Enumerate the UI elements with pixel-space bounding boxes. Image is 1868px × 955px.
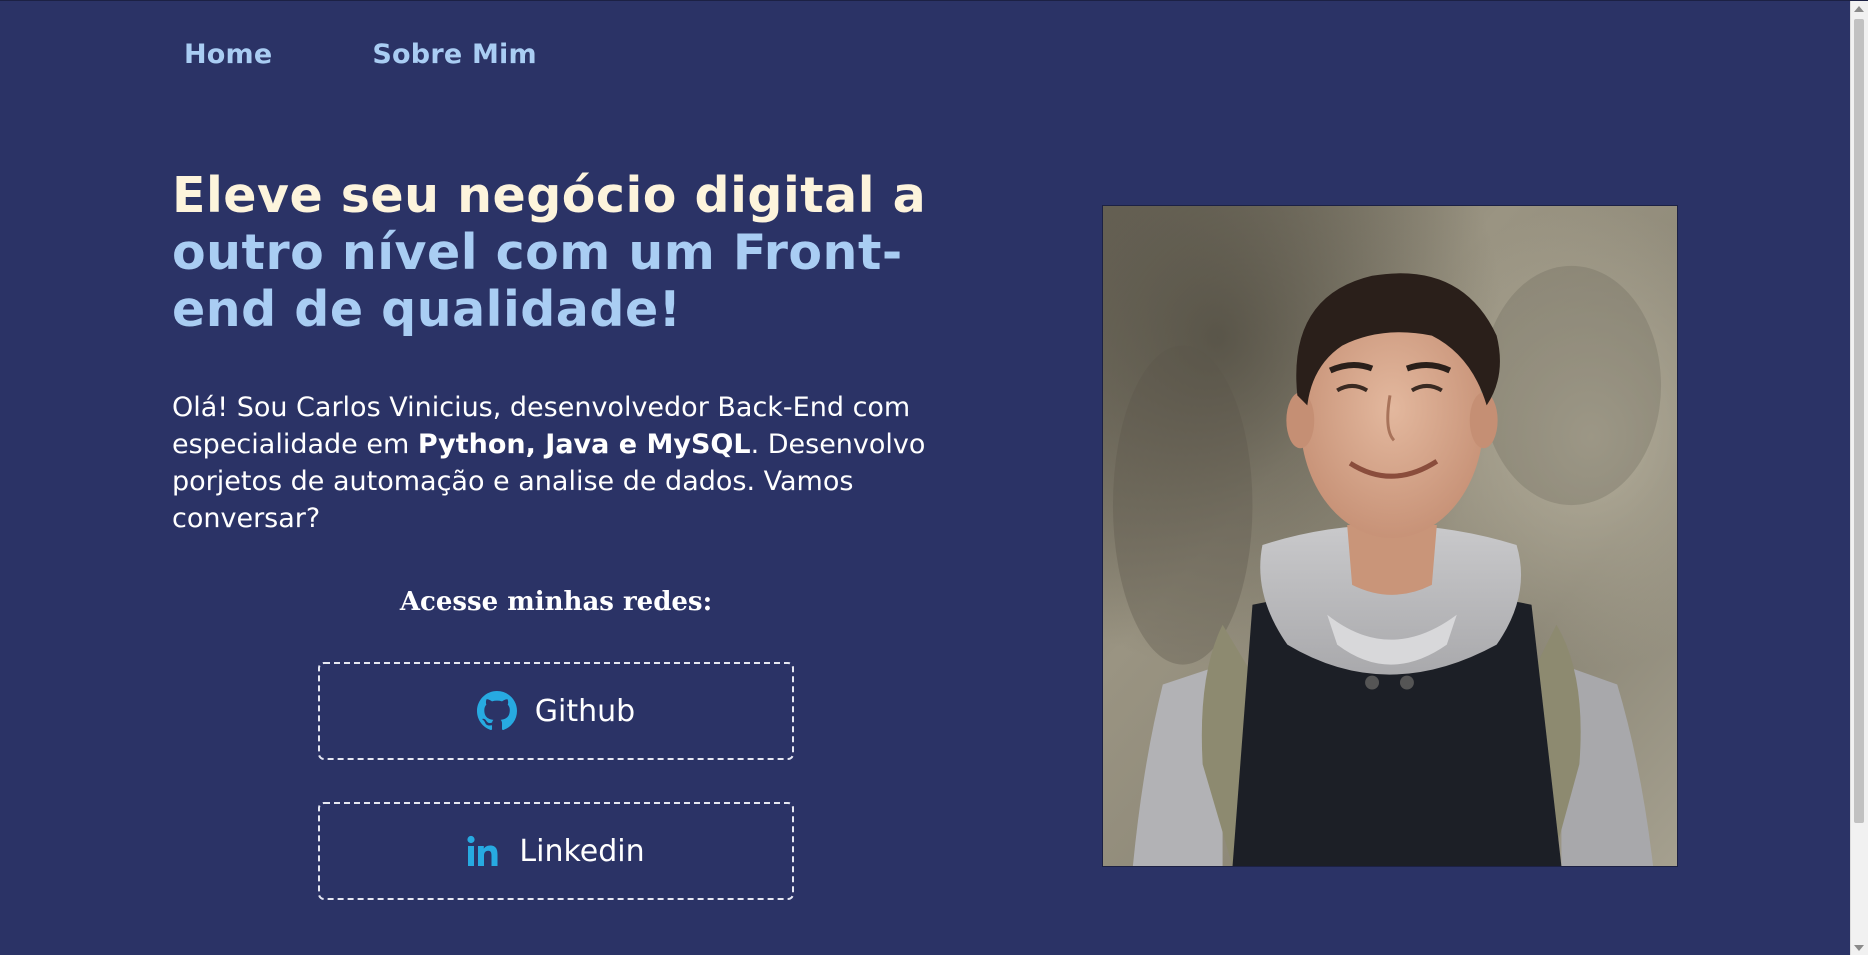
nav-link-sobre-mim[interactable]: Sobre Mim bbox=[372, 39, 536, 70]
hero-headline: Eleve seu negócio digital a outro nível … bbox=[172, 167, 952, 338]
scroll-down-arrow-icon[interactable] bbox=[1854, 945, 1864, 951]
headline-part-1: Eleve seu negócio digital a bbox=[172, 167, 927, 224]
nav-link-home[interactable]: Home bbox=[184, 39, 272, 70]
github-icon bbox=[476, 691, 517, 731]
intro-paragraph: Olá! Sou Carlos Vinicius, desenvolvedor … bbox=[172, 389, 932, 537]
headline-accent: outro nível com um Front-end de qualidad… bbox=[172, 224, 903, 338]
scroll-thumb[interactable] bbox=[1854, 19, 1864, 823]
github-button[interactable]: Github bbox=[318, 662, 794, 760]
github-label: Github bbox=[534, 693, 636, 729]
linkedin-label: Linkedin bbox=[519, 833, 645, 869]
page: Home Sobre Mim Eleve seu negócio digital… bbox=[0, 0, 1868, 955]
vertical-scrollbar[interactable] bbox=[1850, 1, 1868, 955]
linkedin-button[interactable]: Linkedin bbox=[318, 802, 794, 900]
linkedin-icon bbox=[467, 835, 501, 867]
main-nav: Home Sobre Mim bbox=[184, 39, 537, 70]
profile-photo bbox=[1102, 205, 1678, 867]
networks-title: Acesse minhas redes: bbox=[399, 587, 713, 617]
intro-skills: Python, Java e MySQL bbox=[417, 429, 751, 460]
scroll-up-arrow-icon[interactable] bbox=[1854, 6, 1864, 12]
